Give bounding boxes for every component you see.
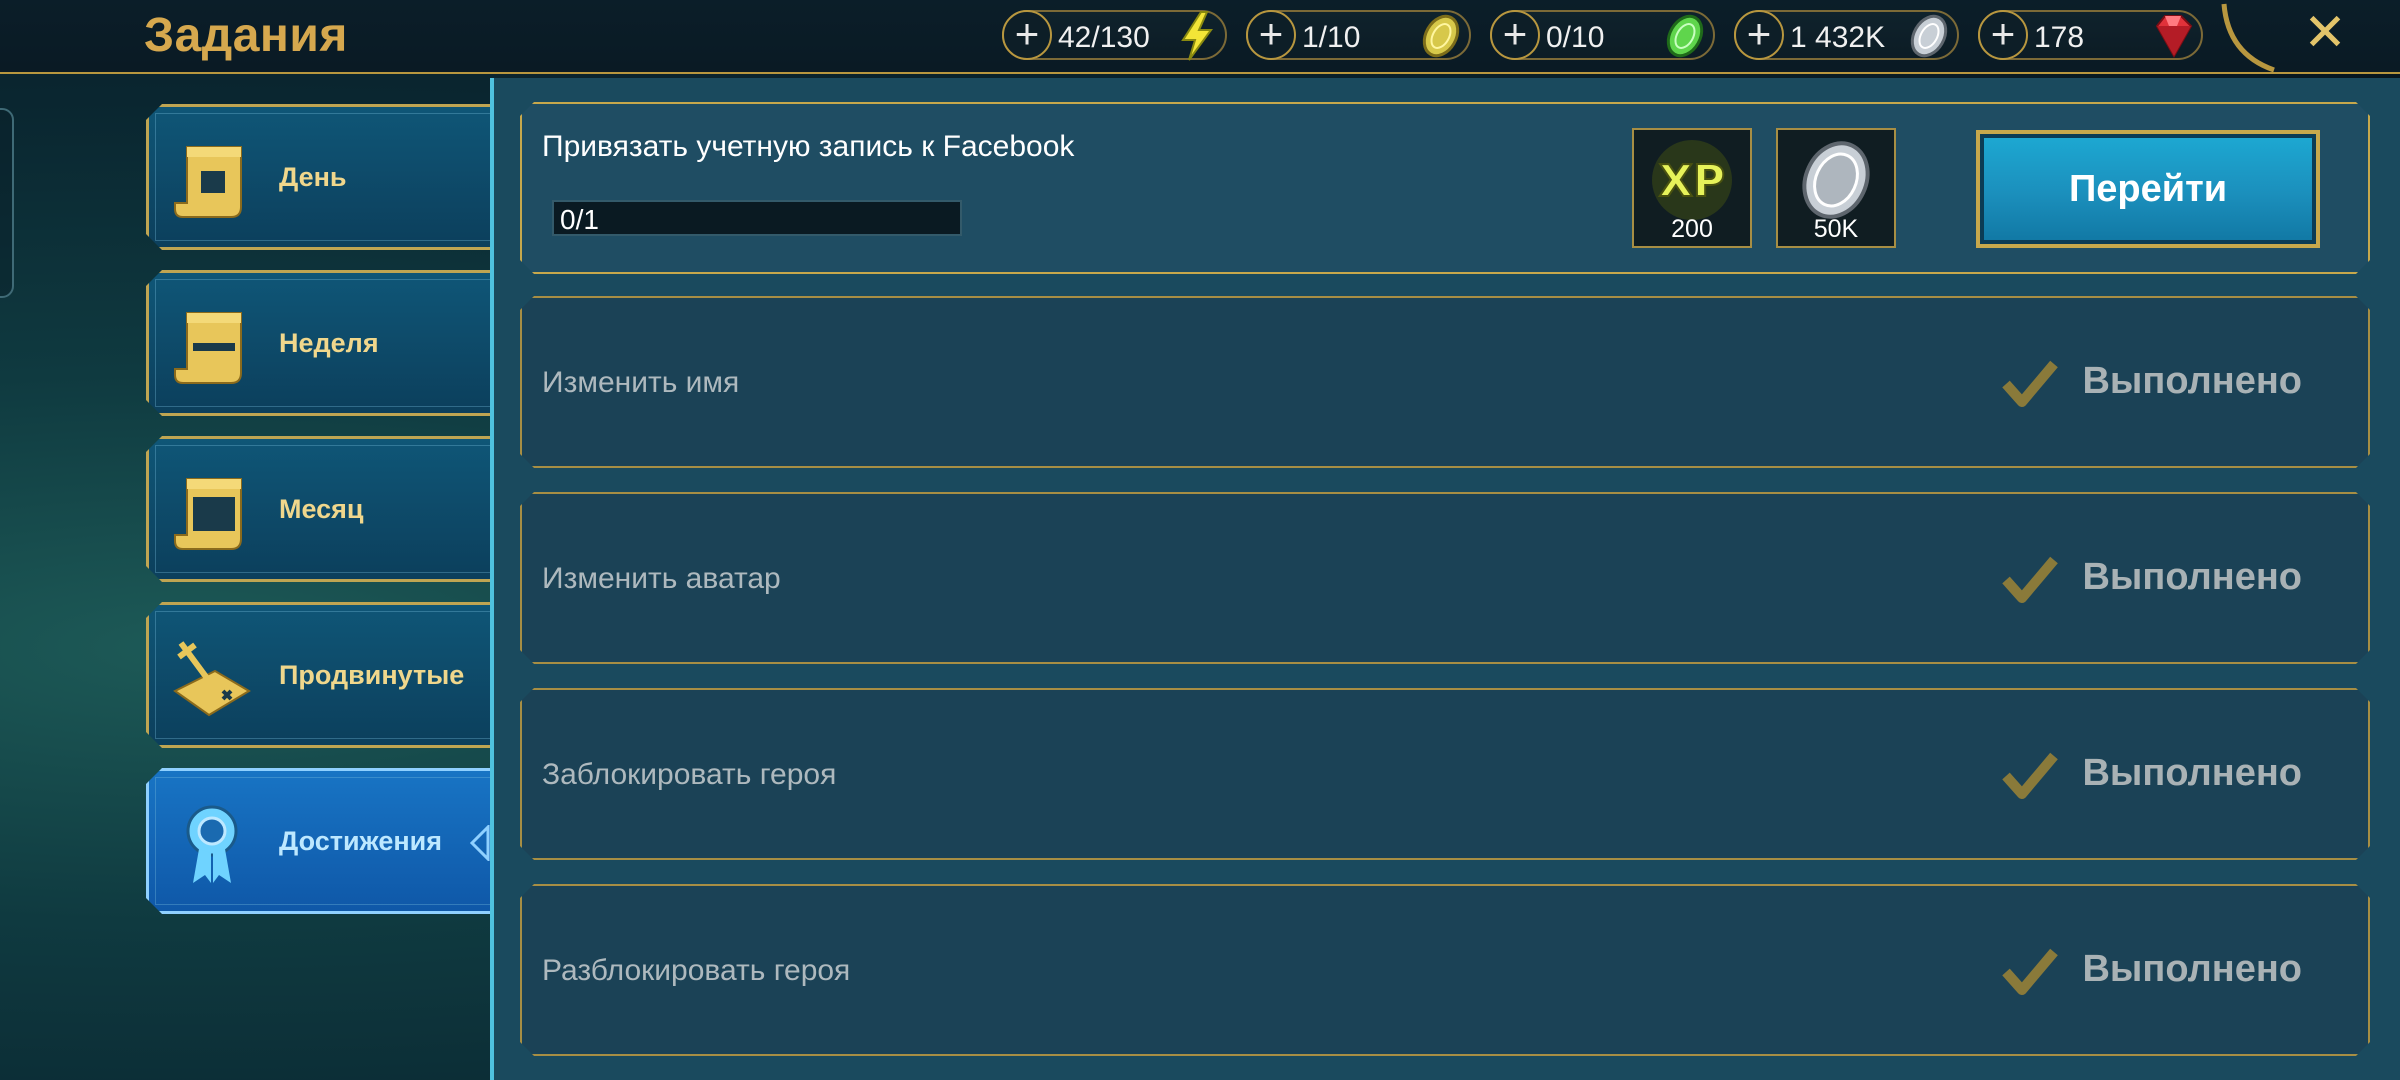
resource-silver[interactable]: + 1 432K [1734,10,1959,60]
gems-value: 178 [2034,21,2085,54]
tab-month-label: Месяц [279,494,364,524]
top-bar: Задания + 42/130 + 1/10 + 0/10 + 1 432K … [0,0,2400,74]
resource-green-key[interactable]: + 0/10 [1490,10,1715,60]
go-button-label: Перейти [2068,168,2228,210]
add-energy-button[interactable]: + [1002,10,1052,60]
gold-key-value: 1/10 [1302,21,1361,54]
gold-coin-icon [1415,10,1467,62]
tab-day[interactable]: День [146,104,492,250]
add-silver-button[interactable]: + [1734,10,1784,60]
quest-title: Заблокировать героя [542,758,837,791]
active-tab-arrow-icon [470,825,490,861]
checkmark-icon [2000,748,2060,804]
page-title: Задания [144,9,348,62]
close-button[interactable]: ✕ [2300,7,2350,59]
corner-ornament [2221,3,2275,73]
add-gold-key-button[interactable]: + [1246,10,1296,60]
quest-title: Привязать учетную запись к Facebook [542,130,1075,163]
checkmark-icon [2000,356,2060,412]
scroll-icon [171,137,253,223]
reward-silver[interactable]: 50K [1776,128,1896,248]
quest-title: Изменить аватар [542,562,781,595]
add-gems-button[interactable]: + [1978,10,2028,60]
quest-item: Заблокировать героя Выполнено [520,688,2370,860]
tab-month[interactable]: Месяц [146,436,492,582]
green-key-value: 0/10 [1546,21,1605,54]
svg-text:XP: XP [1659,156,1725,207]
scroll-icon [171,303,253,389]
silver-coin-icon [1903,10,1955,62]
checkmark-icon [2000,944,2060,1000]
tab-week[interactable]: Неделя [146,270,492,416]
go-button[interactable]: Перейти [1976,130,2320,248]
quest-progress-text: 0/1 [560,204,599,235]
quest-item: Изменить аватар Выполнено [520,492,2370,664]
quest-item-active: Привязать учетную запись к Facebook 0/1 … [520,102,2370,274]
reward-xp-amount: 200 [1671,215,1713,243]
award-ribbon-icon [171,801,253,887]
checkmark-icon [2000,552,2060,608]
quest-status: Выполнено [2082,360,2302,402]
add-green-key-button[interactable]: + [1490,10,1540,60]
reward-xp[interactable]: XP 200 [1632,128,1752,248]
quest-item: Разблокировать героя Выполнено [520,884,2370,1056]
quest-status: Выполнено [2082,556,2302,598]
tab-advanced[interactable]: Продвинутые [146,602,492,748]
tab-achievements[interactable]: Достижения [146,768,492,914]
energy-value: 42/130 [1058,21,1150,54]
quest-panel: Привязать учетную запись к Facebook 0/1 … [490,78,2400,1080]
quest-title: Разблокировать героя [542,954,851,987]
quest-status: Выполнено [2082,752,2302,794]
ruby-icon [2147,10,2199,62]
resource-energy[interactable]: + 42/130 [1002,10,1227,62]
quest-title: Изменить имя [542,366,740,399]
reward-silver-amount: 50K [1813,215,1859,243]
resource-gold-key[interactable]: + 1/10 [1246,10,1471,60]
sword-map-icon [171,635,253,721]
quest-item: Изменить имя Выполнено [520,296,2370,468]
left-edge-handle [0,108,14,298]
tab-advanced-label: Продвинутые [279,660,465,690]
green-gem-icon [1659,10,1711,62]
tab-week-label: Неделя [279,328,379,358]
silver-value: 1 432K [1790,21,1886,54]
quest-progress-bar: 0/1 [552,200,962,236]
resource-gems[interactable]: + 178 [1978,10,2203,60]
tab-achievements-label: Достижения [279,826,443,856]
lightning-icon [1171,10,1223,62]
scroll-icon [171,469,253,555]
quest-status: Выполнено [2082,948,2302,990]
tab-day-label: День [279,162,347,192]
